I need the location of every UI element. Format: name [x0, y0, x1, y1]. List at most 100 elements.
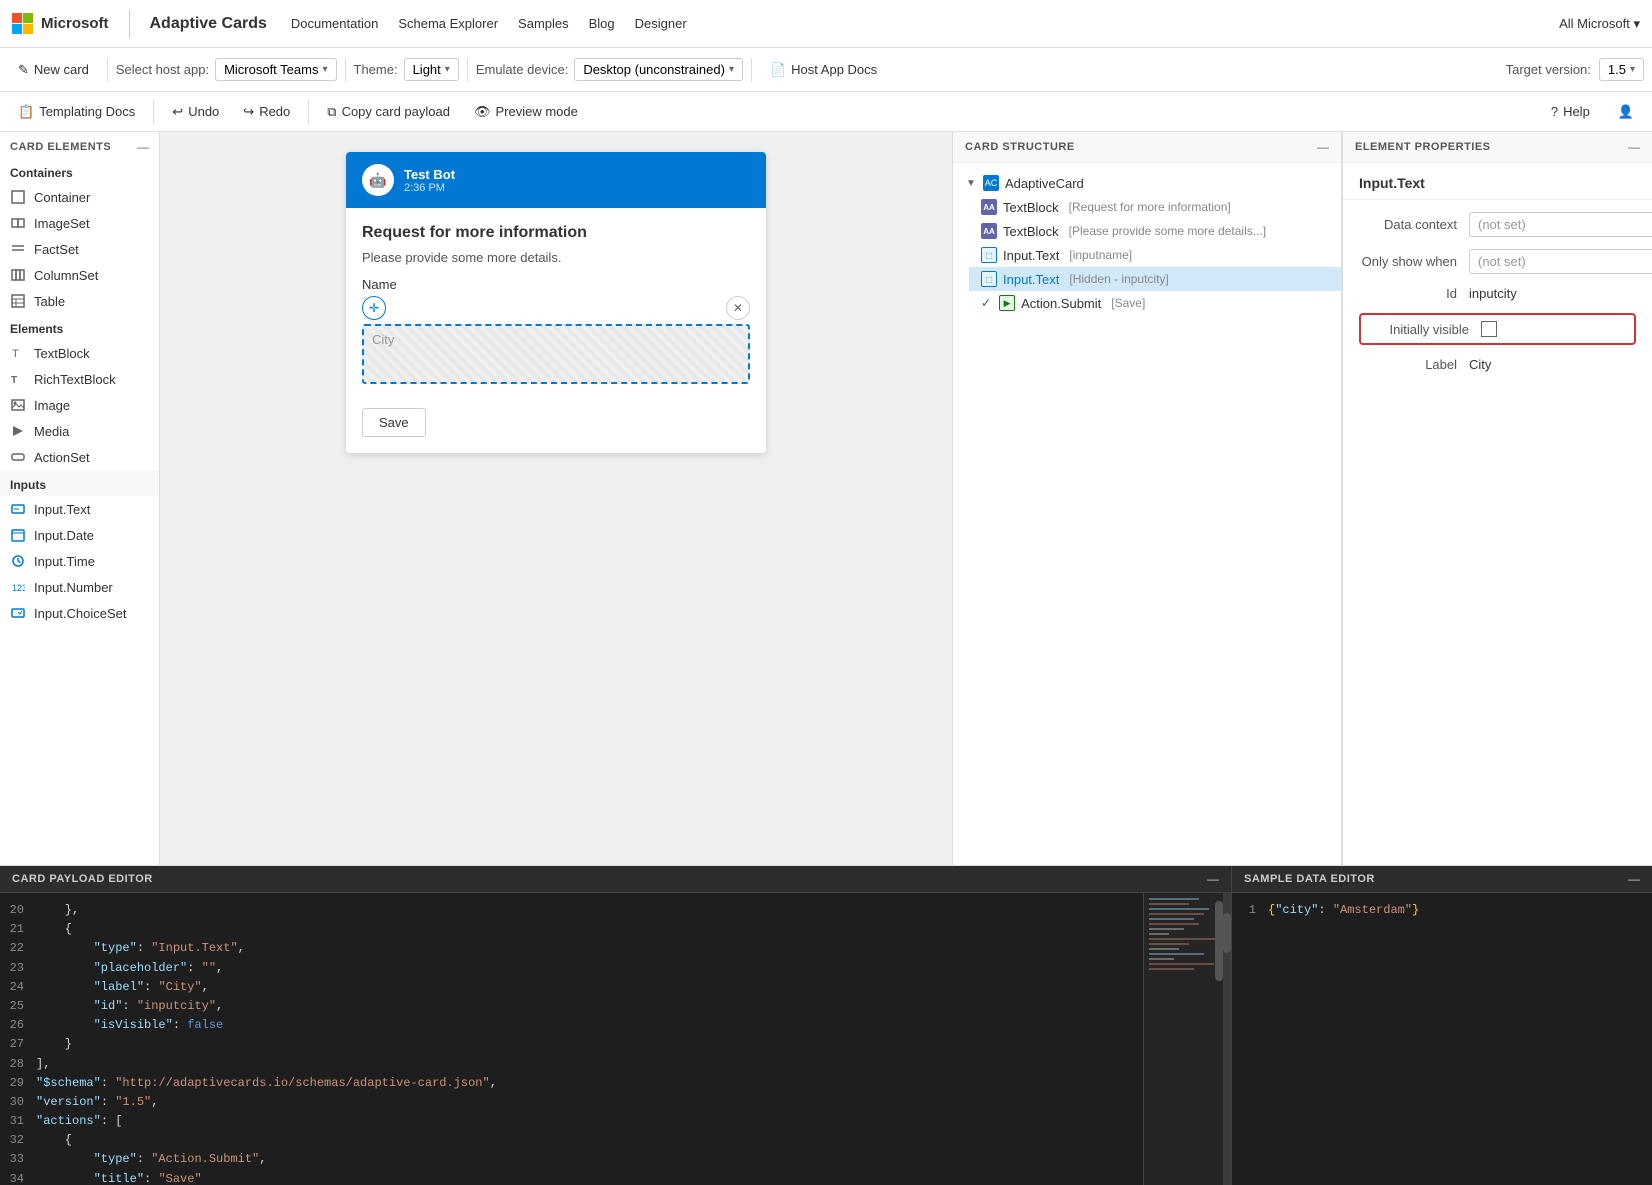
tree-textblock-2[interactable]: AA TextBlock [Please provide some more d…: [969, 219, 1341, 243]
tree-input-text-name[interactable]: ⬚ Input.Text [inputname]: [969, 243, 1341, 267]
move-btn[interactable]: ✛: [362, 296, 386, 320]
sidebar-item-table[interactable]: Table: [0, 288, 159, 314]
redo-button[interactable]: ↪ Redo: [233, 100, 300, 124]
save-button[interactable]: Save: [362, 408, 426, 437]
prop-id: Id inputcity: [1359, 286, 1636, 301]
nav-documentation[interactable]: Documentation: [291, 16, 378, 31]
textblock2-icon: AA: [981, 223, 997, 239]
device-dropdown[interactable]: Desktop (unconstrained) ▾: [574, 58, 743, 81]
sidebar-item-image[interactable]: Image: [0, 392, 159, 418]
textblock1-icon: AA: [981, 199, 997, 215]
prop-data-context: Data context …: [1359, 212, 1636, 237]
city-placeholder: City: [372, 332, 394, 347]
theme-label: Theme:: [354, 62, 398, 77]
textblock1-sublabel: [Request for more information]: [1069, 200, 1231, 214]
sidebar-item-input-choiceset[interactable]: Input.ChoiceSet: [0, 600, 159, 626]
data-context-label: Data context: [1359, 217, 1469, 232]
prop-initially-visible: Initially visible: [1359, 313, 1636, 345]
tree-action-submit[interactable]: ✓ ▶ Action.Submit [Save]: [969, 291, 1341, 315]
help-button[interactable]: ? Help: [1541, 100, 1600, 123]
microsoft-logo[interactable]: Microsoft: [12, 13, 109, 34]
sample-data-collapse-icon[interactable]: —: [1628, 872, 1640, 886]
card-header-info: Test Bot 2:36 PM: [404, 167, 455, 194]
code-line-30: 30 "version": "1.5",: [0, 1093, 1143, 1112]
host-app-chevron: ▾: [322, 64, 327, 75]
divider-2: [345, 58, 346, 82]
tree-input-text-city[interactable]: ⬚ Input.Text [Hidden - inputcity]: [969, 267, 1341, 291]
redo-icon: ↪: [243, 104, 254, 120]
undo-button[interactable]: ↩ Undo: [162, 100, 229, 124]
sidebar-item-input-time[interactable]: Input.Time: [0, 548, 159, 574]
sidebar-item-media[interactable]: Media: [0, 418, 159, 444]
user-profile-button[interactable]: 👤: [1608, 100, 1644, 124]
host-app-docs-icon: 📄: [770, 62, 786, 78]
target-version-dropdown[interactable]: 1.5 ▾: [1599, 58, 1644, 81]
collapse-icon[interactable]: —: [137, 140, 149, 154]
svg-text:123: 123: [12, 583, 25, 593]
tree-textblock-1[interactable]: AA TextBlock [Request for more informati…: [969, 195, 1341, 219]
input-choiceset-label: Input.ChoiceSet: [34, 606, 127, 621]
sample-data-content[interactable]: 1 {"city": "Amsterdam"}: [1232, 893, 1652, 1185]
close-btn[interactable]: ✕: [726, 296, 750, 320]
sidebar-item-input-date[interactable]: Input.Date: [0, 522, 159, 548]
nav-samples[interactable]: Samples: [518, 16, 569, 31]
new-card-button[interactable]: ✎ New card: [8, 58, 99, 82]
payload-editor-content[interactable]: 20 }, 21 { 22 "type": "Input.Text", 23 "…: [0, 893, 1143, 1185]
sample-data-header: SAMPLE DATA EDITOR —: [1232, 866, 1652, 893]
templating-docs-button[interactable]: 📋 Templating Docs: [8, 100, 145, 124]
data-context-input[interactable]: [1469, 212, 1652, 237]
containers-label: Containers: [0, 158, 159, 184]
nav-links: Documentation Schema Explorer Samples Bl…: [291, 16, 687, 31]
divider-1: [107, 58, 108, 82]
structure-collapse-icon[interactable]: —: [1317, 140, 1329, 154]
bot-avatar: 🤖: [362, 164, 394, 196]
sidebar-item-input-number[interactable]: 123 Input.Number: [0, 574, 159, 600]
code-line-21: 21 {: [0, 920, 1143, 939]
only-show-when-input[interactable]: [1469, 249, 1652, 274]
sidebar-item-richtextblock[interactable]: T RichTextBlock: [0, 366, 159, 392]
nav-designer[interactable]: Designer: [635, 16, 687, 31]
preview-mode-button[interactable]: 👁 Preview mode: [464, 100, 588, 124]
theme-dropdown[interactable]: Light ▾: [404, 58, 459, 81]
properties-collapse-icon[interactable]: —: [1628, 140, 1640, 154]
microsoft-text: Microsoft: [41, 15, 109, 32]
code-line-34: 34 "title": "Save": [0, 1170, 1143, 1185]
nav-schema-explorer[interactable]: Schema Explorer: [398, 16, 498, 31]
sidebar-item-input-text[interactable]: Input.Text: [0, 496, 159, 522]
host-app-value: Microsoft Teams: [224, 62, 318, 77]
sidebar-item-factset[interactable]: FactSet: [0, 236, 159, 262]
nav-blog[interactable]: Blog: [589, 16, 615, 31]
copy-card-payload-button[interactable]: ⧉ Copy card payload: [317, 100, 460, 124]
code-line-31: 31 "actions": [: [0, 1112, 1143, 1131]
svg-text:T: T: [11, 375, 17, 386]
city-input-field[interactable]: City: [362, 324, 750, 384]
card-elements-title: CARD ELEMENTS: [10, 141, 111, 153]
svg-text:T: T: [12, 348, 19, 360]
actionset-icon: [10, 449, 26, 465]
code-line-23: 23 "placeholder": "",: [0, 959, 1143, 978]
textblock2-sublabel: [Please provide some more details...]: [1069, 224, 1266, 238]
divider-3: [467, 58, 468, 82]
sidebar-item-imageset[interactable]: ImageSet: [0, 210, 159, 236]
input-text-name-label: Input.Text: [1003, 248, 1059, 263]
input-choiceset-icon: [10, 605, 26, 621]
host-app-group: Select host app: Microsoft Teams ▾: [116, 58, 337, 81]
host-app-docs-button[interactable]: 📄 Host App Docs: [760, 58, 887, 82]
sidebar-item-actionset[interactable]: ActionSet: [0, 444, 159, 470]
help-label: Help: [1563, 104, 1590, 119]
host-app-docs-label: Host App Docs: [791, 62, 877, 77]
payload-scrollbar[interactable]: [1223, 893, 1231, 1185]
sidebar-item-columnset[interactable]: ColumnSet: [0, 262, 159, 288]
code-line-29: 29 "$schema": "http://adaptivecards.io/s…: [0, 1074, 1143, 1093]
factset-label: FactSet: [34, 242, 79, 257]
host-app-dropdown[interactable]: Microsoft Teams ▾: [215, 58, 336, 81]
payload-collapse-icon[interactable]: —: [1207, 872, 1219, 886]
initially-visible-checkbox[interactable]: [1481, 321, 1497, 337]
only-show-when-input-row: …: [1469, 249, 1652, 274]
all-microsoft-dropdown[interactable]: All Microsoft ▾: [1559, 16, 1640, 32]
id-value: inputcity: [1469, 286, 1636, 301]
tree-adaptive-card[interactable]: ▼ AC AdaptiveCard: [953, 171, 1341, 195]
input-text-icon: [10, 501, 26, 517]
sidebar-item-container[interactable]: Container: [0, 184, 159, 210]
sidebar-item-textblock[interactable]: T TextBlock: [0, 340, 159, 366]
